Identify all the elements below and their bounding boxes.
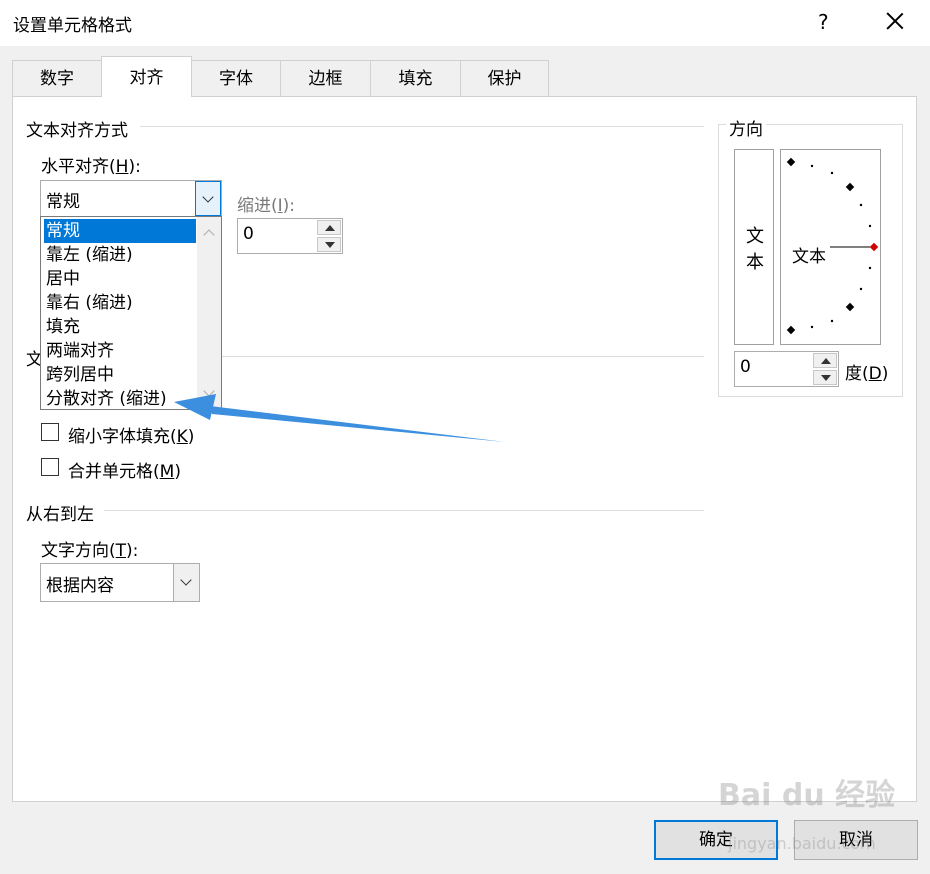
group-orientation: 方向 <box>726 115 766 140</box>
indent-spinner[interactable]: 0 <box>237 218 343 254</box>
dialog-title: 设置单元格格式 <box>13 16 132 36</box>
shrink-to-fit-checkbox[interactable] <box>41 423 59 441</box>
tab-alignment[interactable]: 对齐 <box>101 56 192 97</box>
horizontal-align-label: 水平对齐(H): <box>41 157 141 177</box>
group-text-alignment: 文本对齐方式 <box>26 121 128 141</box>
merge-cells-checkbox[interactable] <box>41 458 59 476</box>
dropdown-option[interactable]: 填充 <box>44 315 196 339</box>
spin-up-icon[interactable] <box>317 220 341 235</box>
dropdown-option[interactable]: 常规 <box>44 219 196 243</box>
dropdown-scrollbar[interactable] <box>197 217 221 409</box>
baidu-watermark-logo: Bai du 经验 <box>718 778 896 813</box>
spin-down-icon[interactable] <box>813 370 837 385</box>
tab-protection[interactable]: 保护 <box>460 60 549 96</box>
vertical-text-toggle[interactable]: 文本 <box>734 149 774 345</box>
group-divider <box>140 126 704 127</box>
group-divider <box>104 510 704 511</box>
horizontal-align-dropdown[interactable]: 常规 靠左 (缩进) 居中 靠右 (缩进) 填充 两端对齐 跨列居中 分散对齐 … <box>40 216 222 410</box>
spin-up-icon[interactable] <box>813 353 837 368</box>
spin-down-icon[interactable] <box>317 237 341 252</box>
dropdown-option[interactable]: 居中 <box>44 267 196 291</box>
dropdown-option[interactable]: 靠左 (缩进) <box>44 243 196 267</box>
text-direction-label: 文字方向(T): <box>41 541 139 561</box>
vertical-text-label: 文本 <box>746 226 764 273</box>
tab-fill[interactable]: 填充 <box>370 60 461 96</box>
dropdown-option[interactable]: 两端对齐 <box>44 339 196 363</box>
group-right-to-left: 从右到左 <box>26 505 94 525</box>
orientation-dial[interactable]: 文本 <box>780 149 881 345</box>
scroll-up-icon[interactable] <box>203 229 215 241</box>
tab-number[interactable]: 数字 <box>12 60 102 96</box>
help-button[interactable]: ? <box>818 10 829 34</box>
horizontal-align-value: 常规 <box>46 192 80 212</box>
dropdown-option[interactable]: 靠右 (缩进) <box>44 291 196 315</box>
close-icon[interactable] <box>880 6 910 36</box>
tab-font[interactable]: 字体 <box>191 60 281 96</box>
indent-label: 缩进(I): <box>237 196 296 216</box>
text-direction-value: 根据内容 <box>46 576 114 596</box>
title-bar <box>0 0 930 46</box>
chevron-down-icon[interactable] <box>173 564 199 601</box>
annotation-arrow-icon <box>174 394 505 442</box>
horizontal-align-select[interactable]: 常规 <box>40 180 222 217</box>
degrees-label: 度(D) <box>845 364 889 384</box>
baidu-watermark-url: jingyan.baidu.com <box>728 834 876 853</box>
group-divider <box>222 356 704 357</box>
dropdown-option[interactable]: 跨列居中 <box>44 363 196 387</box>
degrees-spinner[interactable]: 0 <box>734 351 839 387</box>
degrees-value: 0 <box>740 357 751 377</box>
dial-text: 文本 <box>792 247 826 267</box>
indent-value: 0 <box>243 224 254 244</box>
tab-border[interactable]: 边框 <box>280 60 371 96</box>
text-direction-select[interactable]: 根据内容 <box>40 563 200 602</box>
merge-cells-label: 合并单元格(M) <box>68 462 181 482</box>
chevron-down-icon[interactable] <box>195 181 221 216</box>
